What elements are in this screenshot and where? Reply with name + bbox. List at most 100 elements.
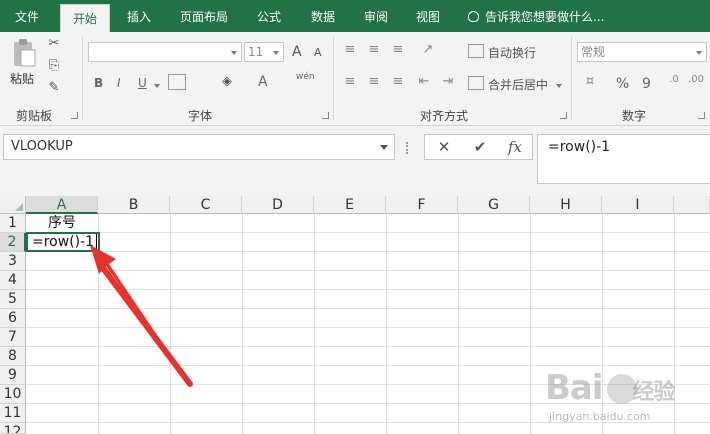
orientation-icon[interactable]: ↗ [416, 42, 440, 57]
align-right-icon[interactable]: ≡ [388, 74, 408, 89]
copy-icon[interactable]: ⎘ [46, 58, 62, 73]
baidu-paw-icon [607, 374, 637, 404]
gridline [386, 214, 387, 434]
column-header-c[interactable]: C [170, 196, 242, 214]
tell-me-text: 告诉我您想要做什么... [485, 10, 605, 24]
font-name-select[interactable] [88, 42, 242, 62]
row-header-3[interactable]: 3 [0, 252, 26, 271]
enter-icon[interactable]: ✔ [465, 135, 495, 159]
row-header-4[interactable]: 4 [0, 271, 26, 290]
ribbon: 粘贴 ✂ ⎘ ✎ 剪贴板 11 A A B I U ◈ A wén 字体 ≡ ≡… [0, 32, 710, 126]
row-header-10[interactable]: 10 [0, 385, 26, 404]
active-cell-border[interactable] [26, 232, 100, 252]
cut-icon[interactable]: ✂ [46, 36, 62, 51]
tab-page-layout[interactable]: 页面布局 [172, 0, 236, 32]
number-format-select[interactable]: 常规 [577, 42, 707, 62]
formula-input[interactable]: =row()-1 [537, 134, 710, 184]
underline-dropdown-icon[interactable] [154, 84, 160, 88]
decrease-indent-icon[interactable]: ⇤ [414, 74, 434, 89]
row-header-6[interactable]: 6 [0, 309, 26, 328]
bottom-align-icon[interactable]: ≡ [388, 42, 408, 57]
gridline [26, 232, 710, 233]
column-header-f[interactable]: F [386, 196, 458, 214]
increase-indent-icon[interactable]: ⇥ [438, 74, 458, 89]
underline-button[interactable]: U [138, 76, 147, 90]
gridline [530, 214, 531, 434]
align-left-icon[interactable]: ≡ [340, 74, 360, 89]
row-header-12[interactable]: 12 [0, 423, 26, 434]
paste-label[interactable]: 粘贴 [10, 70, 34, 87]
middle-align-icon[interactable]: ≡ [364, 42, 384, 57]
tab-file[interactable]: 文件 [4, 0, 50, 32]
column-header-e[interactable]: E [314, 196, 386, 214]
column-header-b[interactable]: B [98, 196, 170, 214]
gridline [26, 308, 710, 309]
currency-icon[interactable]: ¤ [580, 74, 600, 89]
merge-center-icon[interactable] [468, 76, 484, 90]
alignment-group-label: 对齐方式 [419, 109, 468, 123]
row-header-7[interactable]: 7 [0, 328, 26, 347]
insert-function-icon[interactable]: fx [501, 135, 529, 159]
italic-button[interactable]: I [117, 76, 121, 90]
column-header-h[interactable]: H [530, 196, 602, 214]
merge-center-button[interactable]: 合并后居中 [488, 76, 548, 93]
cell-a1[interactable]: 序号 [26, 214, 98, 233]
row-header-11[interactable]: 11 [0, 404, 26, 423]
tab-home[interactable]: 开始 [60, 4, 110, 32]
align-center-icon[interactable]: ≡ [364, 74, 384, 89]
number-launcher-icon[interactable] [698, 112, 705, 119]
gridline [26, 270, 710, 271]
font-color-button[interactable]: A [258, 74, 268, 90]
wrap-text-button[interactable]: 自动换行 [488, 44, 536, 61]
gridline [26, 346, 710, 347]
paste-icon[interactable] [10, 38, 38, 68]
column-header-g[interactable]: G [458, 196, 530, 214]
row-header-5[interactable]: 5 [0, 290, 26, 309]
row-header-1[interactable]: 1 [0, 214, 26, 233]
column-header-d[interactable]: D [242, 196, 314, 214]
phonetic-guide-button[interactable]: wén [296, 72, 315, 82]
merge-dropdown-icon[interactable] [556, 84, 562, 88]
tab-view[interactable]: 视图 [408, 0, 448, 32]
watermark-url: jingyan.baidu.com [549, 410, 651, 423]
tab-review[interactable]: 审阅 [356, 0, 396, 32]
comma-button[interactable]: 9 [642, 76, 651, 92]
column-header-i[interactable]: I [602, 196, 674, 214]
formula-bar-area: VLOOKUP ✕ ✔ fx =row()-1 [0, 126, 710, 196]
shrink-font-button[interactable]: A [314, 46, 322, 59]
font-group-label: 字体 [187, 109, 212, 123]
tab-insert[interactable]: 插入 [116, 0, 162, 32]
column-header-a[interactable]: A [26, 196, 98, 214]
decrease-decimal-icon[interactable]: .00 [686, 74, 706, 85]
resize-grip[interactable] [406, 142, 408, 154]
select-all-button[interactable] [0, 196, 26, 214]
tab-formulas[interactable]: 公式 [248, 0, 290, 32]
number-group-label: 数字 [621, 109, 646, 123]
gridline [314, 214, 315, 434]
bold-button[interactable]: B [94, 76, 103, 90]
font-size-select[interactable]: 11 [244, 42, 284, 62]
alignment-launcher-icon[interactable] [560, 112, 567, 119]
row-header-8[interactable]: 8 [0, 347, 26, 366]
top-align-icon[interactable]: ≡ [340, 42, 360, 57]
font-launcher-icon[interactable] [322, 112, 329, 119]
tab-data[interactable]: 数据 [302, 0, 344, 32]
gridline [26, 327, 710, 328]
increase-decimal-icon[interactable]: .0 [664, 74, 684, 85]
tell-me-box[interactable]: 告诉我您想要做什么... [468, 0, 604, 32]
borders-icon[interactable] [168, 74, 186, 90]
wrap-text-icon[interactable] [468, 44, 484, 58]
name-box-dropdown-icon[interactable] [380, 145, 388, 150]
cancel-icon[interactable]: ✕ [429, 135, 459, 159]
percent-button[interactable]: % [616, 76, 629, 92]
name-box[interactable]: VLOOKUP [3, 134, 395, 160]
column-header-overflow[interactable] [674, 196, 710, 214]
row-header-2[interactable]: 2 [0, 233, 26, 252]
gridline [26, 365, 710, 366]
gridline [26, 289, 710, 290]
format-painter-icon[interactable]: ✎ [46, 80, 62, 95]
fill-color-icon[interactable]: ◈ [218, 74, 236, 89]
clipboard-launcher-icon[interactable] [71, 112, 78, 119]
row-header-9[interactable]: 9 [0, 366, 26, 385]
grow-font-button[interactable]: A [292, 44, 302, 60]
